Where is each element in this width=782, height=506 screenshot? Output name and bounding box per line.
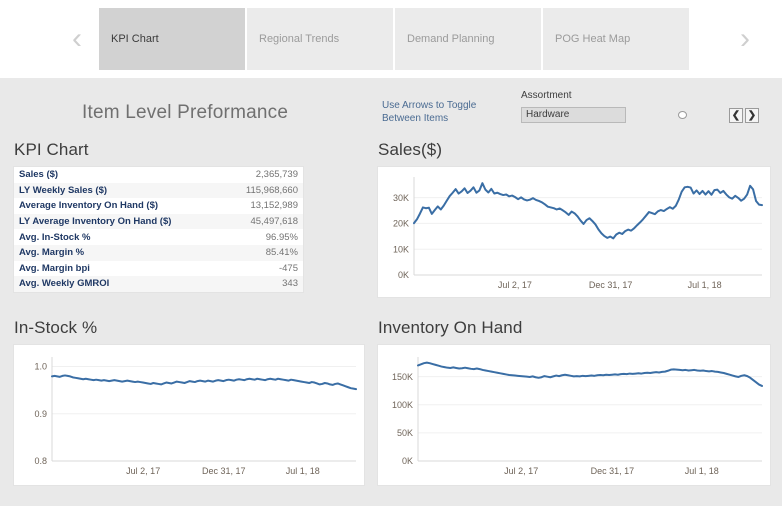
svg-text:Jul 1, 18: Jul 1, 18 (688, 280, 722, 290)
svg-text:Dec 31, 17: Dec 31, 17 (589, 280, 633, 290)
tab-label: KPI Chart (111, 33, 159, 45)
kpi-row-value: 96.95% (265, 231, 298, 243)
toggle-instructions: Use Arrows to Toggle Between Items (382, 100, 477, 124)
svg-text:30K: 30K (393, 193, 409, 203)
tab-demand-planning[interactable]: Demand Planning (395, 8, 543, 70)
table-row: Average Inventory On Hand ($) 13,152,989 (14, 198, 303, 214)
table-row: Avg. Margin bpi -475 (14, 261, 303, 277)
table-row: Avg. Weekly GMROI 343 (14, 276, 303, 292)
sales-panel: Sales($) 0K 10K 20K 30K Jul 2, 17 Dec 31, 17 J… (378, 140, 770, 297)
kpi-row-value: -475 (278, 262, 298, 274)
assortment-input[interactable] (521, 106, 626, 123)
table-row: Avg. Margin % 85.41% (14, 244, 303, 261)
tab-label: Regional Trends (259, 33, 340, 45)
inventory-panel: Inventory On Hand 0K 50K 100K 150K Jul 2, 17… (378, 318, 770, 485)
svg-text:Dec 31, 17: Dec 31, 17 (202, 466, 246, 476)
inventory-chart[interactable]: 0K 50K 100K 150K Jul 2, 17 Dec 31, 17 Jul 1, 1… (378, 345, 770, 485)
table-row: LY Weekly Sales ($) 115,968,660 (14, 182, 303, 199)
svg-text:0K: 0K (398, 270, 409, 280)
kpi-row-label: Average Inventory On Hand ($) (19, 200, 159, 212)
tab-bar: ‹ KPI Chart Regional Trends Demand Plann… (0, 0, 782, 78)
kpi-row-label: Avg. Margin % (19, 247, 85, 259)
kpi-row-value: 115,968,660 (245, 184, 298, 196)
svg-text:Dec 31, 17: Dec 31, 17 (591, 466, 635, 476)
svg-text:0.8: 0.8 (34, 456, 47, 466)
kpi-panel-title: KPI Chart (14, 140, 89, 159)
svg-text:Jul 2, 17: Jul 2, 17 (498, 280, 532, 290)
tab-list: KPI Chart Regional Trends Demand Plannin… (99, 8, 691, 70)
kpi-row-label: LY Weekly Sales ($) (19, 184, 108, 196)
table-row: Sales ($) 2,365,739 (14, 167, 303, 183)
kpi-row-value: 85.41% (265, 247, 298, 259)
kpi-row-value: 2,365,739 (255, 169, 298, 181)
next-item-button[interactable]: ❯ (745, 108, 759, 123)
svg-text:Jul 2, 17: Jul 2, 17 (504, 466, 538, 476)
instock-chart[interactable]: 0.8 0.9 1.0 Jul 2, 17 Dec 31, 17 Jul 1, 18 (14, 345, 364, 485)
instock-panel-title: In-Stock % (14, 318, 98, 337)
kpi-row-label: LY Average Inventory On Hand ($) (19, 216, 172, 228)
kpi-row-value: 343 (282, 278, 298, 290)
sales-panel-title: Sales($) (378, 140, 443, 159)
svg-text:1.0: 1.0 (34, 362, 47, 372)
item-toggle-controls: ❮ ❯ (729, 108, 759, 123)
kpi-row-label: Avg. In-Stock % (19, 231, 91, 243)
page-title: Item Level Preformance (82, 102, 289, 123)
inventory-panel-title: Inventory On Hand (378, 318, 523, 337)
dashboard-page: ‹ KPI Chart Regional Trends Demand Plann… (0, 0, 782, 506)
kpi-row-label: Avg. Weekly GMROI (19, 278, 110, 290)
instock-panel: In-Stock % 0.8 0.9 1.0 Jul 2, 17 Dec 31, 17 J… (14, 318, 364, 485)
next-page-arrow-icon[interactable]: › (723, 0, 767, 78)
kpi-table: Sales ($) 2,365,739 LY Weekly Sales ($) 115… (14, 167, 303, 292)
assortment-radio-icon[interactable] (678, 111, 687, 119)
tab-label: POG Heat Map (555, 33, 631, 45)
table-row: Avg. In-Stock % 96.95% (14, 229, 303, 245)
prev-page-arrow-icon[interactable]: ‹ (55, 0, 99, 78)
tab-kpi-chart[interactable]: KPI Chart (99, 8, 247, 70)
svg-text:Jul 1, 18: Jul 1, 18 (286, 466, 320, 476)
svg-text:Jul 2, 17: Jul 2, 17 (126, 466, 160, 476)
kpi-panel: KPI Chart Sales ($) 2,365,739 LY Weekly Sa… (14, 140, 364, 292)
previous-item-button[interactable]: ❮ (729, 108, 743, 123)
svg-text:0K: 0K (402, 456, 413, 466)
svg-text:50K: 50K (397, 428, 413, 438)
kpi-row-label: Avg. Margin bpi (19, 262, 90, 274)
kpi-table-body: Sales ($) 2,365,739 LY Weekly Sales ($) 115… (14, 167, 303, 292)
kpi-row-value: 13,152,989 (250, 200, 298, 212)
assortment-filter: Assortment (521, 90, 626, 123)
sales-chart[interactable]: 0K 10K 20K 30K Jul 2, 17 Dec 31, 17 Jul 1, 18 (378, 167, 770, 297)
kpi-row-label: Sales ($) (19, 169, 59, 181)
dashboard-body: Item Level Preformance Use Arrows to Tog… (0, 78, 782, 506)
svg-text:0.9: 0.9 (34, 409, 47, 419)
tab-regional-trends[interactable]: Regional Trends (247, 8, 395, 70)
tab-pog-heat-map[interactable]: POG Heat Map (543, 8, 691, 70)
svg-text:10K: 10K (393, 244, 409, 254)
svg-text:20K: 20K (393, 219, 409, 229)
kpi-row-value: 45,497,618 (250, 216, 298, 228)
svg-text:150K: 150K (392, 372, 413, 382)
svg-text:Jul 1, 18: Jul 1, 18 (685, 466, 719, 476)
assortment-label: Assortment (521, 90, 572, 101)
svg-text:100K: 100K (392, 400, 413, 410)
table-row: LY Average Inventory On Hand ($) 45,497,6… (14, 213, 303, 230)
tab-label: Demand Planning (407, 33, 495, 45)
